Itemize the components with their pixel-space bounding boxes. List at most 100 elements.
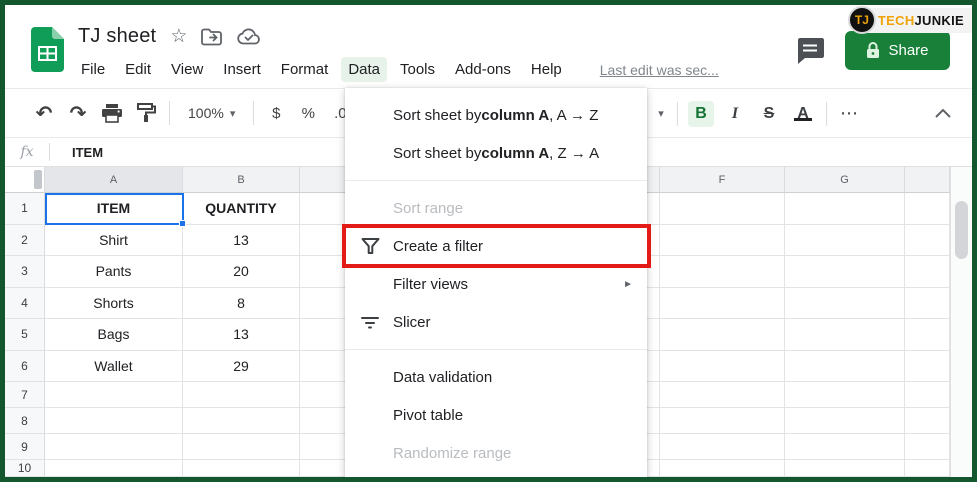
cell-F7[interactable] <box>660 382 785 408</box>
menu-item-data-validation[interactable]: Data validation <box>345 358 647 396</box>
cell-H1[interactable] <box>905 193 950 225</box>
chevron-down-icon[interactable]: ▾ <box>651 107 671 120</box>
menu-view[interactable]: View <box>164 57 210 82</box>
cell-H10[interactable] <box>905 460 950 477</box>
cell-B3[interactable]: 20 <box>183 256 300 288</box>
cell-B5[interactable]: 13 <box>183 319 300 351</box>
cell-H4[interactable] <box>905 288 950 320</box>
row-header-9[interactable]: 9 <box>5 434 45 460</box>
row-header-3[interactable]: 3 <box>5 256 45 288</box>
menu-format[interactable]: Format <box>274 57 336 82</box>
menu-file[interactable]: File <box>74 57 112 82</box>
cell-H2[interactable] <box>905 225 950 257</box>
menu-item-sort-sheet-za[interactable]: Sort sheet by column A, Z → A <box>345 134 647 172</box>
cell-B6[interactable]: 29 <box>183 351 300 383</box>
column-header-partial[interactable] <box>905 167 950 193</box>
cell-H7[interactable] <box>905 382 950 408</box>
cell-G5[interactable] <box>785 319 905 351</box>
sheets-logo-icon[interactable] <box>31 27 64 72</box>
more-options-icon[interactable]: ⋯ <box>833 103 867 124</box>
scrollbar-thumb[interactable] <box>955 201 968 259</box>
menu-item-sort-sheet-az[interactable]: Sort sheet by column A, A → Z <box>345 96 647 134</box>
cell-A6[interactable]: Wallet <box>45 351 183 383</box>
cell-H6[interactable] <box>905 351 950 383</box>
menu-item-pivot-table[interactable]: Pivot table <box>345 396 647 434</box>
row-header-7[interactable]: 7 <box>5 382 45 408</box>
cell-A4[interactable]: Shorts <box>45 288 183 320</box>
cell-F4[interactable] <box>660 288 785 320</box>
select-all-corner[interactable] <box>5 167 45 193</box>
menu-item-slicer[interactable]: Slicer <box>345 303 647 341</box>
cell-F2[interactable] <box>660 225 785 257</box>
cell-B1[interactable]: QUANTITY <box>183 193 300 225</box>
cell-F8[interactable] <box>660 408 785 434</box>
cell-G6[interactable] <box>785 351 905 383</box>
format-percent-button[interactable]: % <box>292 105 324 122</box>
cell-G9[interactable] <box>785 434 905 460</box>
text-color-button[interactable]: A <box>786 105 820 123</box>
vertical-scrollbar[interactable] <box>950 167 972 477</box>
cell-A2[interactable]: Shirt <box>45 225 183 257</box>
menu-edit[interactable]: Edit <box>118 57 158 82</box>
cell-G10[interactable] <box>785 460 905 477</box>
row-header-4[interactable]: 4 <box>5 288 45 320</box>
cell-A10[interactable] <box>45 460 183 477</box>
redo-icon[interactable]: ↷ <box>61 101 95 126</box>
cell-F10[interactable] <box>660 460 785 477</box>
row-header-2[interactable]: 2 <box>5 225 45 257</box>
column-header-G[interactable]: G <box>785 167 905 193</box>
row-header-6[interactable]: 6 <box>5 351 45 383</box>
last-edit-link[interactable]: Last edit was sec... <box>600 62 719 78</box>
cell-A8[interactable] <box>45 408 183 434</box>
cell-H9[interactable] <box>905 434 950 460</box>
cell-G7[interactable] <box>785 382 905 408</box>
formula-bar-value[interactable]: ITEM <box>50 145 103 160</box>
row-header-8[interactable]: 8 <box>5 408 45 434</box>
italic-button[interactable]: I <box>718 105 752 123</box>
cell-G4[interactable] <box>785 288 905 320</box>
cell-G3[interactable] <box>785 256 905 288</box>
paint-format-icon[interactable] <box>129 103 163 123</box>
cell-G8[interactable] <box>785 408 905 434</box>
cell-G2[interactable] <box>785 225 905 257</box>
cell-F1[interactable] <box>660 193 785 225</box>
format-currency-button[interactable]: $ <box>260 105 292 122</box>
move-folder-icon[interactable] <box>201 28 223 46</box>
cell-B8[interactable] <box>183 408 300 434</box>
menu-item-create-filter[interactable]: Create a filter <box>345 227 647 265</box>
column-header-A[interactable]: A <box>45 167 183 193</box>
cell-H8[interactable] <box>905 408 950 434</box>
cell-H3[interactable] <box>905 256 950 288</box>
menu-insert[interactable]: Insert <box>216 57 268 82</box>
cell-B2[interactable]: 13 <box>183 225 300 257</box>
cell-B7[interactable] <box>183 382 300 408</box>
cell-A3[interactable]: Pants <box>45 256 183 288</box>
menu-tools[interactable]: Tools <box>393 57 442 82</box>
undo-icon[interactable]: ↶ <box>27 101 61 126</box>
cell-F3[interactable] <box>660 256 785 288</box>
row-header-1[interactable]: 1 <box>5 193 45 225</box>
cell-B4[interactable]: 8 <box>183 288 300 320</box>
cell-B10[interactable] <box>183 460 300 477</box>
strikethrough-button[interactable]: S <box>752 105 786 123</box>
cell-F6[interactable] <box>660 351 785 383</box>
document-title[interactable]: TJ sheet <box>78 25 156 48</box>
row-header-5[interactable]: 5 <box>5 319 45 351</box>
share-button[interactable]: Share <box>845 31 950 70</box>
menu-item-filter-views[interactable]: Filter views ► <box>345 265 647 303</box>
cell-G1[interactable] <box>785 193 905 225</box>
row-header-10[interactable]: 10 <box>5 460 45 477</box>
star-icon[interactable]: ☆ <box>170 27 187 46</box>
menu-help[interactable]: Help <box>524 57 569 82</box>
cell-A9[interactable] <box>45 434 183 460</box>
menu-data[interactable]: Data <box>341 57 387 82</box>
column-header-F[interactable]: F <box>660 167 785 193</box>
cell-A7[interactable] <box>45 382 183 408</box>
menu-addons[interactable]: Add-ons <box>448 57 518 82</box>
cloud-saved-icon[interactable] <box>237 28 261 45</box>
column-header-B[interactable]: B <box>183 167 300 193</box>
zoom-select[interactable]: 100% ▾ <box>176 105 247 121</box>
cell-A5[interactable]: Bags <box>45 319 183 351</box>
bold-button[interactable]: B <box>688 101 714 127</box>
print-icon[interactable] <box>95 104 129 123</box>
